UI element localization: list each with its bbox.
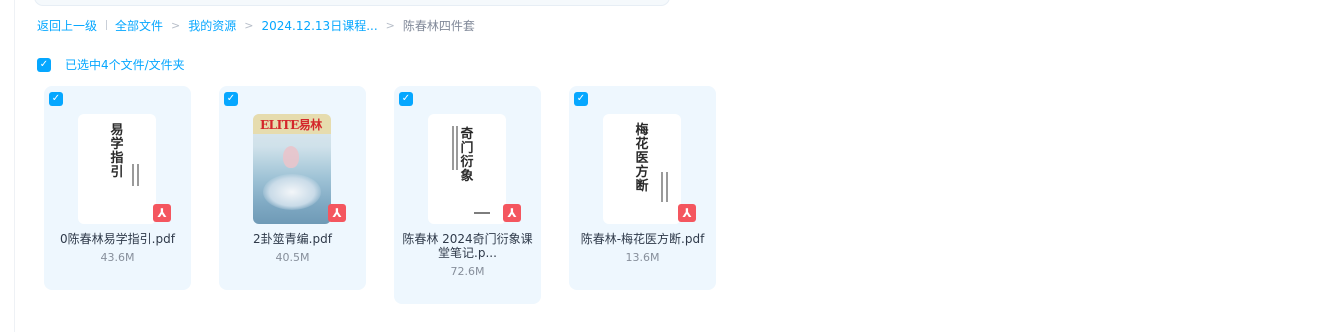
breadcrumb-item-all-files[interactable]: 全部文件 (115, 17, 163, 34)
file-thumbnail: 易学指引 (78, 114, 156, 224)
search-bar-edge[interactable] (34, 0, 670, 6)
file-name[interactable]: 陈春林-梅花医方断.pdf (577, 232, 708, 246)
file-card[interactable]: ✓ 奇门衍象 ⅄ 陈春林 2024奇门衍象课堂笔记.p... 72.6M (394, 86, 541, 304)
file-size: 72.6M (450, 265, 485, 278)
file-card[interactable]: ✓ 易学指引 ⅄ 0陈春林易学指引.pdf 43.6M (44, 86, 191, 290)
file-size: 13.6M (625, 251, 660, 264)
file-thumbnail: ELITE易林 (253, 114, 331, 224)
chevron-right-icon: > (244, 18, 254, 32)
file-checkbox[interactable]: ✓ (49, 92, 63, 106)
thumbnail-decoration (666, 172, 668, 202)
breadcrumb-current: 陈春林四件套 (402, 18, 475, 33)
thumbnail-title: 奇门衍象 (460, 127, 474, 184)
file-checkbox[interactable]: ✓ (399, 92, 413, 106)
thumbnail-title: ELITE易林 (260, 118, 322, 132)
thumbnail-decoration (474, 212, 490, 214)
selection-bar: ✓ 已选中4个文件/文件夹 (37, 56, 185, 73)
file-thumbnail: 梅花医方断 (603, 114, 681, 224)
thumbnail-decoration (452, 126, 454, 170)
separator (106, 20, 108, 30)
thumbnail-title: 梅花医方断 (635, 123, 649, 194)
file-size: 40.5M (275, 251, 310, 264)
pdf-icon: ⅄ (678, 204, 696, 222)
chevron-right-icon: > (385, 18, 395, 32)
breadcrumb: 返回上一级 全部文件 > 我的资源 > 2024.12.13日课程... > 陈… (37, 17, 475, 33)
file-name[interactable]: 2卦筮青编.pdf (227, 232, 358, 246)
selection-count-label: 已选中4个文件/文件夹 (65, 58, 185, 72)
select-all-checkbox[interactable]: ✓ (37, 57, 51, 72)
thumbnail-decoration (137, 164, 139, 186)
file-card[interactable]: ✓ ELITE易林 ⅄ 2卦筮青编.pdf 40.5M (219, 86, 366, 290)
file-name[interactable]: 陈春林 2024奇门衍象课堂笔记.p... (402, 232, 533, 260)
cover-flower (263, 174, 321, 210)
file-thumbnail: 奇门衍象 (428, 114, 506, 224)
pdf-icon: ⅄ (153, 204, 171, 222)
file-card[interactable]: ✓ 梅花医方断 ⅄ 陈春林-梅花医方断.pdf 13.6M (569, 86, 716, 290)
left-divider (14, 0, 15, 332)
pdf-icon: ⅄ (503, 204, 521, 222)
thumbnail-decoration (661, 172, 663, 202)
breadcrumb-item-course[interactable]: 2024.12.13日课程... (261, 17, 377, 34)
cover-flower-bud (283, 146, 299, 168)
back-link[interactable]: 返回上一级 (37, 17, 97, 34)
file-checkbox[interactable]: ✓ (574, 92, 588, 106)
thumbnail-decoration (456, 126, 458, 170)
breadcrumb-item-my-resources[interactable]: 我的资源 (188, 17, 236, 34)
thumbnail-title: 易学指引 (110, 123, 124, 180)
file-size: 43.6M (100, 251, 135, 264)
file-checkbox[interactable]: ✓ (224, 92, 238, 106)
thumbnail-decoration (132, 164, 134, 186)
chevron-right-icon: > (171, 18, 181, 32)
file-name[interactable]: 0陈春林易学指引.pdf (52, 232, 183, 246)
pdf-icon: ⅄ (328, 204, 346, 222)
